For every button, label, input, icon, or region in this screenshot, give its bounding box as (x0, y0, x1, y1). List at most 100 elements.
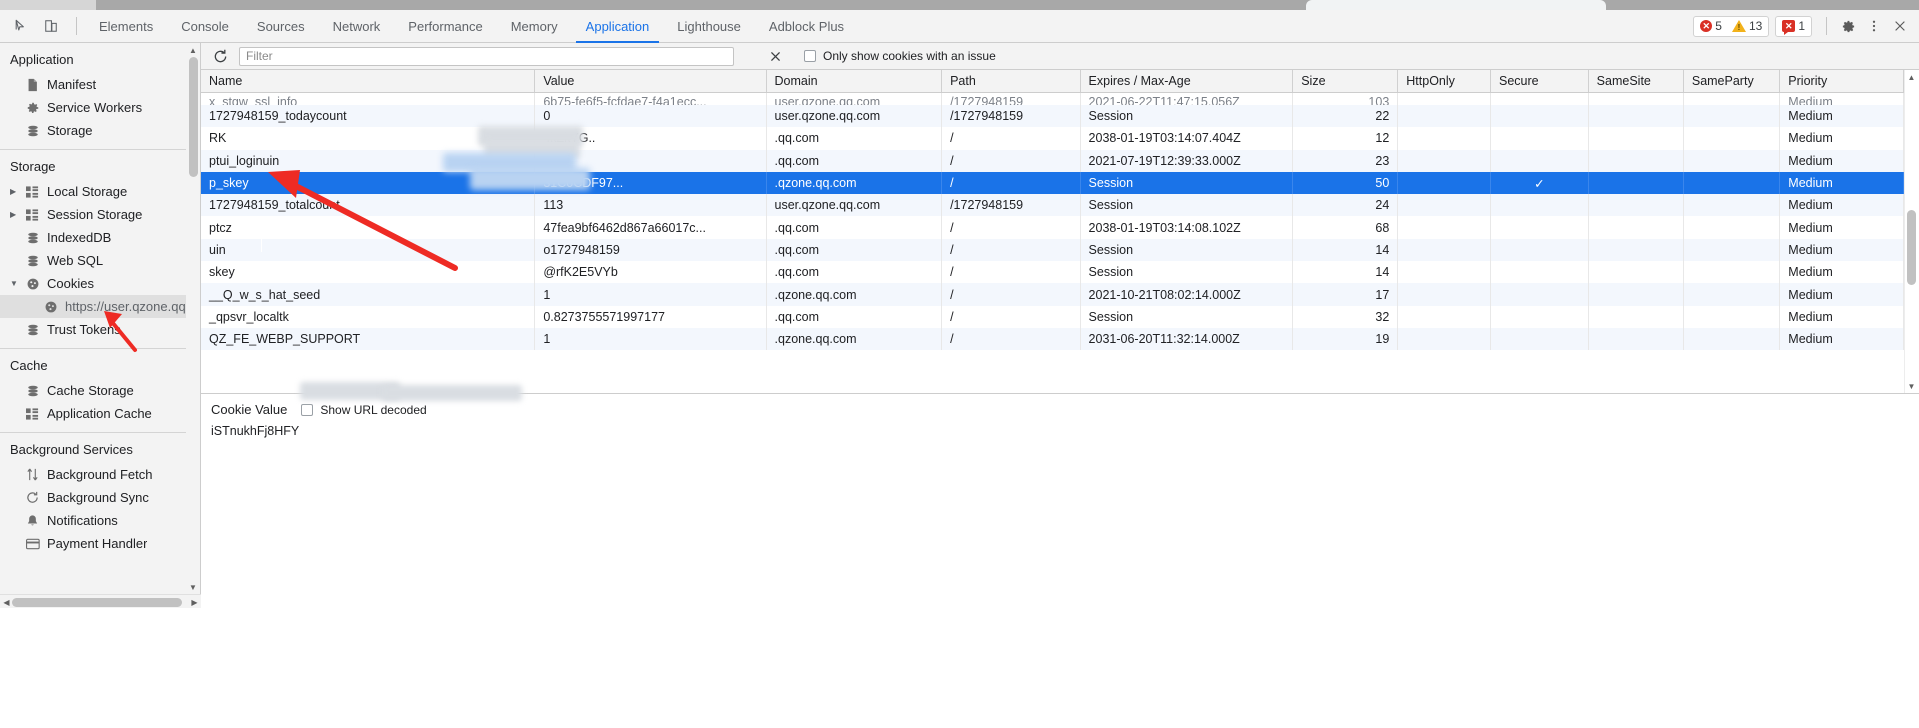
error-counter[interactable]: ✕ 5 (1700, 19, 1722, 33)
scroll-down-arrow-icon[interactable]: ▼ (188, 581, 198, 593)
cell-priority[interactable]: Medium (1779, 171, 1904, 195)
cell-secure[interactable] (1490, 216, 1589, 239)
cell-samesite[interactable] (1588, 261, 1684, 284)
cell-expires[interactable]: Session (1080, 305, 1294, 328)
cell-secure[interactable] (1490, 283, 1589, 306)
cell-value[interactable]: 6b75-fe6f5-fcfdae7-f4a1ecc... (534, 92, 767, 105)
cell-samesite[interactable] (1588, 149, 1684, 172)
cell-value[interactable]: o1727948159 (534, 238, 767, 262)
cell-path[interactable]: /1727948159 (941, 92, 1081, 105)
tab-memory[interactable]: Memory (497, 10, 572, 43)
cell-priority[interactable]: Medium (1779, 327, 1904, 351)
cell-path[interactable]: / (941, 127, 1081, 150)
cell-value[interactable]: 4kZkYG.. (534, 127, 767, 150)
cell-sameparty[interactable] (1683, 238, 1781, 262)
cell-secure[interactable] (1490, 261, 1589, 284)
table-row[interactable]: uin o1727948159 .qq.com / Session 14 Medium (201, 238, 1904, 262)
cell-httponly[interactable] (1397, 327, 1491, 351)
table-scroll-thumb[interactable] (1907, 210, 1916, 285)
cell-expires[interactable]: Session (1080, 194, 1294, 217)
scroll-left-arrow-icon[interactable]: ◀ (1, 596, 12, 608)
cell-name[interactable]: QZ_FE_WEBP_SUPPORT (201, 327, 536, 351)
device-toolbar-icon[interactable] (38, 14, 64, 38)
table-row[interactable]: skey @rfK2E5VYb .qq.com / Session 14 Medium (201, 261, 1904, 284)
sidebar-item-background-fetch[interactable]: Background Fetch (0, 463, 200, 486)
cell-sameparty[interactable] (1683, 327, 1781, 351)
cell-value[interactable]: 0 (534, 105, 767, 128)
scroll-up-arrow-icon[interactable]: ▲ (188, 44, 198, 56)
cell-domain[interactable]: user.qzone.qq.com (766, 92, 943, 105)
table-row[interactable]: RK 4kZkYG.. .qq.com/2038-01-19T03:14:07.40… (201, 127, 1904, 150)
cell-httponly[interactable] (1397, 261, 1491, 284)
table-row[interactable]: ptui_loginuin .qq.com/2021-07-19T12:39:33… (201, 149, 1904, 172)
cell-secure[interactable] (1490, 194, 1589, 217)
cell-size[interactable]: 24 (1292, 194, 1399, 217)
cell-httponly[interactable] (1397, 283, 1491, 306)
cell-samesite[interactable] (1588, 305, 1684, 328)
cell-expires[interactable]: Session (1080, 238, 1294, 262)
cell-path[interactable]: / (941, 149, 1081, 172)
cell-size[interactable]: 50 (1292, 171, 1399, 195)
cell-domain[interactable]: .qq.com (766, 127, 943, 150)
sidebar-item-storage[interactable]: Storage (0, 119, 200, 142)
cell-domain[interactable]: .qzone.qq.com (766, 327, 943, 351)
cell-size[interactable]: 14 (1292, 238, 1399, 262)
cell-samesite[interactable] (1588, 92, 1684, 105)
cell-secure[interactable] (1490, 127, 1589, 150)
cell-expires[interactable]: 2021-10-21T08:02:14.000Z (1080, 283, 1294, 306)
scroll-up-arrow-icon[interactable]: ▲ (1906, 71, 1917, 83)
cell-sameparty[interactable] (1683, 127, 1781, 150)
cell-sameparty[interactable] (1683, 194, 1781, 217)
cell-value[interactable] (534, 149, 767, 172)
scroll-right-arrow-icon[interactable]: ▶ (189, 596, 200, 608)
sidebar-item-web-sql[interactable]: Web SQL (0, 249, 200, 272)
cell-value[interactable]: 0.8273755571997177 (534, 305, 767, 328)
cell-sameparty[interactable] (1683, 171, 1781, 195)
cell-expires[interactable]: 2038-01-19T03:14:08.102Z (1080, 216, 1294, 239)
column-header-priority[interactable]: Priority (1779, 70, 1904, 93)
cell-path[interactable]: / (941, 238, 1081, 262)
cell-secure[interactable]: ✓ (1490, 171, 1589, 195)
cell-samesite[interactable] (1588, 194, 1684, 217)
cell-name[interactable]: ptcz (201, 216, 536, 239)
show-url-decoded-row[interactable]: Show URL decoded (301, 403, 427, 417)
cell-path[interactable]: / (941, 261, 1081, 284)
cell-size[interactable]: 12 (1292, 127, 1399, 150)
sidebar-item-cookies[interactable]: ▼ Cookies (0, 272, 200, 295)
cell-size[interactable]: 32 (1292, 305, 1399, 328)
cell-httponly[interactable] (1397, 216, 1491, 239)
cell-sameparty[interactable] (1683, 216, 1781, 239)
cell-sameparty[interactable] (1683, 92, 1781, 105)
cell-domain[interactable]: .qq.com (766, 238, 943, 262)
cell-priority[interactable]: Medium (1779, 216, 1904, 239)
cell-samesite[interactable] (1588, 327, 1684, 351)
cell-sameparty[interactable] (1683, 149, 1781, 172)
sidebar-item-manifest[interactable]: Manifest (0, 73, 200, 96)
cell-name[interactable]: skey (201, 261, 536, 284)
cell-domain[interactable]: .qq.com (766, 149, 943, 172)
cell-expires[interactable]: Session (1080, 261, 1294, 284)
cell-priority[interactable]: Medium (1779, 261, 1904, 284)
cell-httponly[interactable] (1397, 127, 1491, 150)
cell-value[interactable]: 1 (534, 283, 767, 306)
cell-value[interactable]: 113 (534, 194, 767, 217)
tab-application[interactable]: Application (572, 10, 664, 43)
cell-domain[interactable]: .qzone.qq.com (766, 283, 943, 306)
cell-path[interactable]: /1727948159 (941, 105, 1081, 128)
sidebar-item-trust-tokens[interactable]: Trust Tokens (0, 318, 200, 341)
cell-name[interactable]: RK (201, 127, 536, 150)
sidebar-item-background-sync[interactable]: Background Sync (0, 486, 200, 509)
tab-lighthouse[interactable]: Lighthouse (663, 10, 755, 43)
cell-name[interactable]: uin (201, 238, 536, 262)
column-header-secure[interactable]: Secure (1490, 70, 1589, 93)
table-row[interactable]: x_stgw_ssl_info 6b75-fe6f5-fcfdae7-f4a1ec… (201, 92, 1904, 105)
cell-httponly[interactable] (1397, 238, 1491, 262)
cell-sameparty[interactable] (1683, 105, 1781, 128)
cell-name[interactable]: x_stgw_ssl_info (201, 92, 536, 105)
column-header-sameparty[interactable]: SameParty (1683, 70, 1781, 93)
cell-size[interactable]: 103 (1292, 92, 1399, 105)
column-header-size[interactable]: Size (1292, 70, 1399, 93)
cell-value[interactable]: 31C0CDF97... (534, 171, 767, 195)
column-header-path[interactable]: Path (941, 70, 1081, 93)
cell-httponly[interactable] (1397, 171, 1491, 195)
